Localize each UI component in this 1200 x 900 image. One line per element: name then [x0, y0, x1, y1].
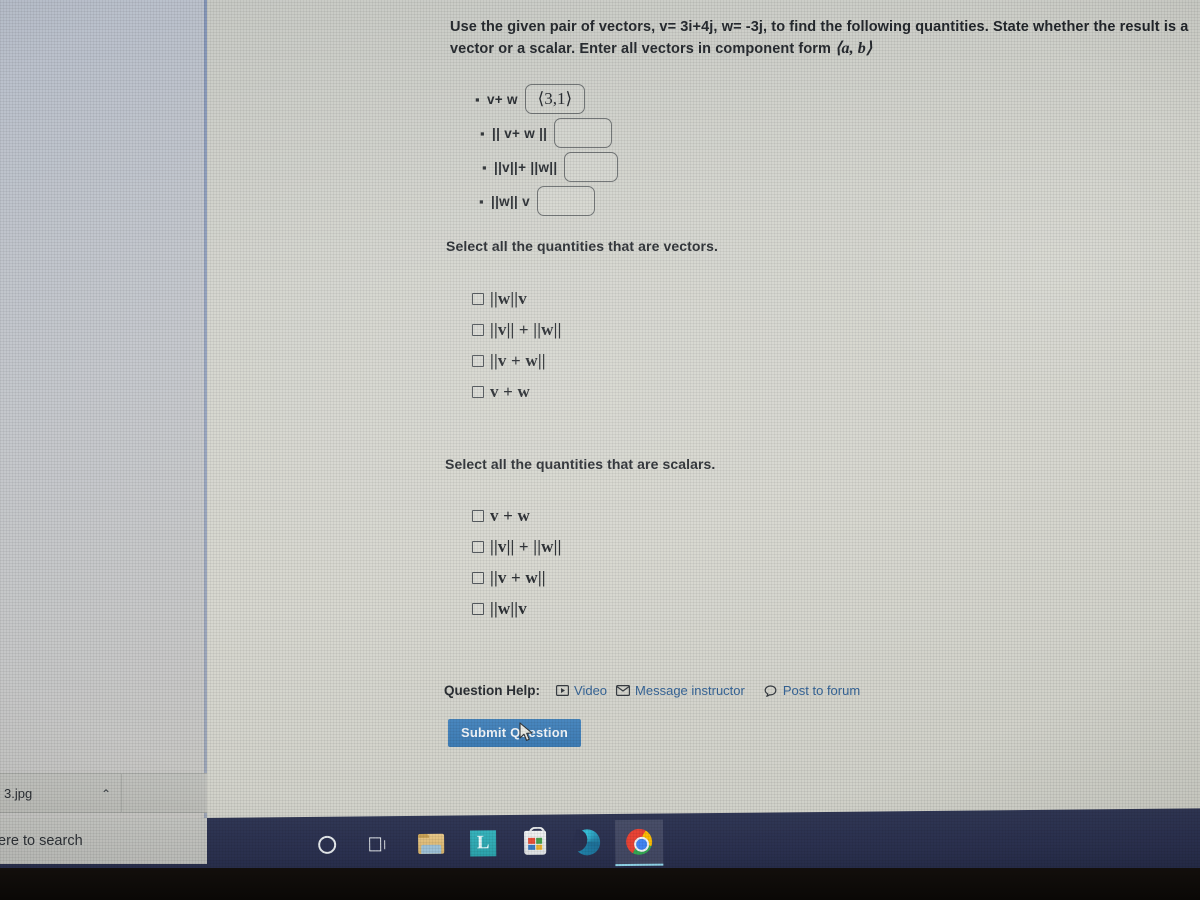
checkbox-icon[interactable]: [472, 602, 484, 615]
help-link-video[interactable]: Video: [555, 683, 607, 698]
choice-label: ||v + w||: [490, 350, 546, 370]
taskbar-search-text: ere to search: [0, 833, 83, 849]
answer-input-v-plus-w[interactable]: ⟨3,1⟩: [524, 84, 585, 114]
choice-label: ||w||v: [490, 598, 527, 618]
chrome-icon[interactable]: [622, 825, 656, 859]
answer-label: v+ w: [487, 91, 518, 107]
checkbox-icon[interactable]: [472, 540, 484, 553]
stem-text-1: Use the given pair of vectors,: [450, 19, 656, 35]
vector-w-definition: w= -3j: [721, 19, 763, 35]
edge-icon[interactable]: [570, 825, 604, 859]
answer-row: ▪ || v+ w ||: [475, 116, 875, 150]
checkbox-icon[interactable]: [472, 509, 484, 522]
answer-row: ▪ ||v||+ ||w||: [475, 150, 875, 184]
choice-label: ||v + w||: [490, 567, 546, 587]
component-form-notation: ⟨a, b⟩: [835, 40, 873, 57]
vectors-choice-group: ||w||v ||v|| + ||w|| ||v + w|| v + w: [472, 283, 562, 407]
answer-row: ▪ ||w|| v: [475, 184, 875, 218]
bullet-icon: ▪: [482, 159, 487, 175]
bullet-icon: ▪: [480, 125, 485, 141]
question-help-label: Question Help:: [444, 683, 541, 698]
cortana-icon[interactable]: [310, 828, 344, 862]
vectors-prompt: Select all the quantities that are vecto…: [446, 238, 718, 254]
bullet-icon: ▪: [475, 91, 480, 107]
bullet-icon: ▪: [479, 193, 484, 209]
monitor-photo: Use the given pair of vectors, v= 3i+4j,…: [0, 0, 1200, 900]
choice-label: ||v|| + ||w||: [490, 536, 562, 556]
help-link-message-instructor[interactable]: Message instructor: [616, 683, 745, 698]
choice-label: v + w: [490, 381, 530, 401]
checkbox-icon[interactable]: [472, 571, 484, 584]
answer-input-norm-v-plus-w[interactable]: [554, 118, 613, 148]
answer-input-norm-w-times-v[interactable]: [536, 186, 595, 216]
scalars-choice-3[interactable]: ||v + w||: [472, 562, 562, 593]
vectors-choice-1[interactable]: ||w||v: [472, 283, 562, 314]
help-link-label: Message instructor: [635, 683, 745, 698]
help-link-label: Post to forum: [782, 683, 861, 698]
monitor-bezel: [0, 868, 1200, 900]
download-filename: 3.jpg: [4, 786, 33, 801]
vectors-choice-2[interactable]: ||v|| + ||w||: [472, 314, 562, 345]
file-explorer-icon[interactable]: [414, 827, 448, 861]
answer-label: || v+ w ||: [492, 125, 548, 141]
download-item-3jpg[interactable]: 3.jpg ⌃: [0, 774, 122, 813]
help-link-post-to-forum[interactable]: Post to forum: [764, 683, 860, 698]
scalars-choice-2[interactable]: ||v|| + ||w||: [472, 531, 562, 562]
answer-label: ||w|| v: [491, 193, 530, 209]
choice-label: v + w: [490, 505, 530, 525]
answer-input-norm-v-plus-norm-w[interactable]: [564, 152, 619, 182]
task-view-icon[interactable]: [362, 827, 396, 861]
checkbox-icon[interactable]: [472, 292, 484, 305]
scalars-choice-1[interactable]: v + w: [472, 500, 562, 531]
checkbox-icon[interactable]: [472, 354, 484, 367]
answer-label: ||v||+ ||w||: [494, 159, 558, 175]
answer-list: ▪ v+ w ⟨3,1⟩ ▪ || v+ w || ▪ ||v||+ ||w||…: [475, 82, 875, 218]
vectors-choice-3[interactable]: ||v + w||: [472, 345, 562, 376]
screen-glare: [847, 120, 1200, 420]
question-stem: Use the given pair of vectors, v= 3i+4j,…: [450, 17, 1190, 60]
envelope-icon: [616, 685, 631, 697]
desktop-left-panel: [0, 0, 208, 838]
answer-row: ▪ v+ w ⟨3,1⟩: [475, 82, 875, 116]
checkbox-icon[interactable]: [472, 385, 484, 398]
stem-comma-1: ,: [713, 19, 718, 35]
download-shelf-border: [0, 812, 207, 813]
vectors-choice-4[interactable]: v + w: [472, 376, 562, 407]
lockdown-browser-letter: L: [470, 830, 497, 857]
scalars-choice-group: v + w ||v|| + ||w|| ||v + w|| ||w||v: [472, 500, 562, 624]
chevron-up-icon[interactable]: ⌃: [101, 787, 111, 801]
play-icon: [555, 685, 569, 697]
choice-label: ||w||v: [490, 288, 527, 308]
stem-comma-2: ,: [763, 19, 768, 35]
microsoft-store-icon[interactable]: [518, 826, 552, 860]
download-shelf: 3.jpg ⌃: [0, 773, 207, 813]
help-link-label: Video: [574, 683, 608, 698]
taskbar-search-input[interactable]: ere to search: [0, 818, 207, 864]
checkbox-icon[interactable]: [472, 323, 484, 336]
scalars-prompt: Select all the quantities that are scala…: [445, 456, 716, 472]
speech-bubble-icon: [764, 684, 778, 697]
lockdown-browser-icon[interactable]: L: [466, 826, 500, 860]
mouse-cursor: [519, 722, 535, 749]
taskbar-icon-strip: L: [310, 825, 656, 862]
submit-question-button[interactable]: Submit Question: [448, 719, 581, 747]
question-help-row: Question Help: Video Message instructor …: [444, 683, 860, 698]
vector-v-definition: v= 3i+4j: [659, 19, 714, 35]
choice-label: ||v|| + ||w||: [490, 319, 562, 339]
question-page: Use the given pair of vectors, v= 3i+4j,…: [207, 0, 1200, 838]
scalars-choice-4[interactable]: ||w||v: [472, 593, 562, 624]
